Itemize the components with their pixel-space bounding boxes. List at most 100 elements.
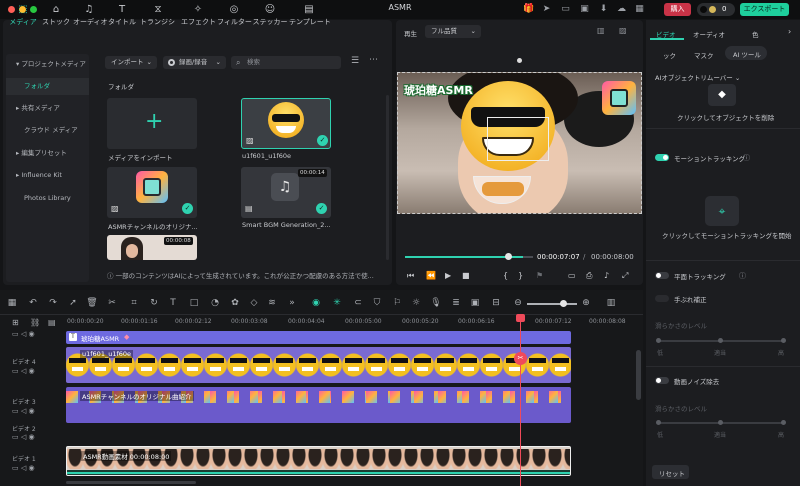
eye-icon[interactable]: ◉: [28, 330, 34, 338]
credits-toggle[interactable]: 0: [697, 3, 735, 16]
noise-reduction-switch[interactable]: [655, 377, 669, 384]
list-icon[interactable]: ≣: [450, 297, 462, 309]
import-dropdown[interactable]: インポート ⌄: [105, 56, 157, 69]
mark-out-icon[interactable]: }: [518, 271, 523, 280]
tracking-box[interactable]: [487, 117, 549, 161]
sidebar-item-folder[interactable]: フォルダ: [6, 78, 89, 95]
shield-icon[interactable]: ⛉: [371, 297, 383, 309]
reset-button[interactable]: リセット: [652, 465, 689, 479]
folder-icon[interactable]: ▭: [12, 367, 19, 375]
tab-color[interactable]: 色: [752, 29, 759, 39]
channel-sticker[interactable]: [602, 81, 636, 115]
speed-icon[interactable]: ◔: [209, 297, 221, 309]
sun-icon[interactable]: ☼: [410, 297, 422, 309]
grid-view-icon[interactable]: ▦: [6, 297, 18, 309]
scissors-icon[interactable]: ✂: [106, 297, 118, 309]
tab-sticker[interactable]: ☺ ステッカー: [252, 3, 288, 30]
tab-media[interactable]: ⬚ メディア: [8, 3, 38, 30]
send-icon[interactable]: ➤: [541, 4, 552, 15]
display-icon[interactable]: ▭: [568, 271, 576, 280]
help-icon[interactable]: ⓘ: [743, 153, 750, 163]
delete-icon[interactable]: 🗑: [86, 297, 98, 309]
tab-stock[interactable]: ⌂ ストック: [41, 3, 71, 30]
add-track-icon[interactable]: ⊞: [12, 318, 19, 327]
snap-icon[interactable]: ✳: [331, 297, 343, 309]
volume-icon[interactable]: ◁: [21, 330, 26, 338]
play-icon[interactable]: ▶: [445, 271, 451, 280]
scissor-marker-icon[interactable]: ✂: [514, 352, 527, 365]
volume-icon[interactable]: ◁: [21, 407, 26, 415]
folder-icon[interactable]: ▭: [12, 464, 19, 472]
download-icon[interactable]: ⬇: [598, 4, 609, 15]
grid-icon[interactable]: ▦: [634, 4, 645, 15]
more-options-icon[interactable]: ⋯: [369, 55, 378, 65]
rotate-handle[interactable]: [517, 58, 522, 63]
sidebar-item-photos-library[interactable]: Photos Library: [6, 190, 89, 207]
prev-frame-icon[interactable]: ⏮: [407, 271, 414, 281]
motion-action[interactable]: クリックしてモーショントラッキングを開始: [662, 230, 791, 240]
compare-view-icon[interactable]: ▥: [597, 26, 605, 35]
text-icon[interactable]: T: [167, 297, 179, 309]
step-back-icon[interactable]: ⏪: [426, 271, 436, 280]
zoom-slider[interactable]: [527, 303, 577, 305]
ai-assist-icon[interactable]: ◉: [310, 297, 322, 309]
tab-title[interactable]: T タイトル: [108, 3, 136, 30]
slider-knob[interactable]: [656, 420, 661, 425]
cloud-icon[interactable]: ☁: [616, 4, 627, 15]
folder-icon[interactable]: ▭: [12, 407, 19, 415]
sidebar-item-cloud-media[interactable]: クラウド メディア: [6, 122, 89, 139]
monitor-icon[interactable]: ▭: [560, 4, 571, 15]
overlay-title[interactable]: 琥珀糖ASMR: [404, 82, 473, 98]
media-item-asmr-channel[interactable]: ▨ ✓: [107, 167, 197, 218]
media-item-bgm[interactable]: ♫ 00:00:14 ▤ ✓: [241, 167, 331, 218]
chevron-right-icon[interactable]: ›: [788, 27, 791, 36]
eye-icon[interactable]: ◉: [28, 464, 34, 472]
preview-canvas[interactable]: 琥珀糖ASMR: [397, 72, 642, 214]
zoom-in-icon[interactable]: ⊕: [580, 297, 592, 309]
export-button[interactable]: エクスポート: [740, 3, 789, 16]
split-screen-icon[interactable]: ⊟: [490, 297, 502, 309]
folder-icon[interactable]: ▭: [12, 330, 19, 338]
magnet-icon[interactable]: ⊂: [352, 297, 364, 309]
sidebar-item-project-media[interactable]: ▾ プロジェクトメディア: [6, 56, 89, 73]
media-item-video[interactable]: 00:00:08: [107, 235, 197, 260]
tab-transition[interactable]: ⧖トランジション: [140, 3, 176, 30]
color-icon[interactable]: ✿: [229, 297, 241, 309]
mark-in-icon[interactable]: {: [503, 271, 508, 280]
eraser-icon[interactable]: ◆: [708, 84, 736, 106]
emoji-clip[interactable]: u1f601_u1f60e: [66, 347, 571, 383]
sidebar-item-shared-media[interactable]: ▸ 共有メディア: [6, 100, 89, 117]
layout-icon[interactable]: ▥: [605, 297, 617, 309]
fullscreen-icon[interactable]: ⤢: [622, 271, 628, 281]
sidebar-item-presets[interactable]: ▸ 編集プリセット: [6, 145, 89, 162]
shake-fix-switch[interactable]: [655, 295, 669, 302]
marker-flag-icon[interactable]: ⚐: [391, 297, 403, 309]
gift-icon[interactable]: 🎁: [523, 4, 534, 15]
quality-dropdown[interactable]: フル品質 ⌄: [425, 25, 481, 38]
motion-tracking-switch[interactable]: [655, 154, 669, 161]
search-input[interactable]: ⌕ 検索: [231, 56, 341, 69]
audio-wave-icon[interactable]: ≋: [266, 297, 278, 309]
undo-icon[interactable]: ↶: [27, 297, 39, 309]
timeline-hscrollbar[interactable]: [66, 481, 196, 484]
buy-button[interactable]: 購入: [664, 3, 691, 16]
camera-icon[interactable]: ⎙: [586, 271, 592, 281]
zoom-out-icon[interactable]: ⊖: [512, 297, 524, 309]
tab-effect[interactable]: ✧ エフェクト: [181, 3, 216, 30]
playback-knob[interactable]: [505, 253, 512, 260]
volume-icon[interactable]: ◁: [21, 464, 26, 472]
subtab-mask[interactable]: マスク: [694, 50, 714, 60]
eye-icon[interactable]: ◉: [28, 433, 34, 441]
subtab-ai-tools[interactable]: AI ツール: [725, 46, 767, 60]
media-scrollbar[interactable]: [386, 95, 389, 260]
image-edit-icon[interactable]: ▣: [469, 297, 481, 309]
tab-filter[interactable]: ◎ フィルター: [217, 3, 252, 30]
keyframe-icon[interactable]: ◇: [248, 297, 260, 309]
rotate-icon[interactable]: ↻: [148, 297, 160, 309]
record-dropdown[interactable]: 録画/録音 ⌄: [163, 56, 226, 69]
marker-icon[interactable]: ⚑: [536, 271, 543, 280]
timeline-vscrollbar[interactable]: [636, 350, 641, 400]
sticker-clip[interactable]: ASMRチャンネルのオリジナル曲紹介: [66, 387, 571, 423]
zoom-knob[interactable]: [560, 300, 567, 307]
planar-tracking-switch[interactable]: [655, 272, 669, 279]
